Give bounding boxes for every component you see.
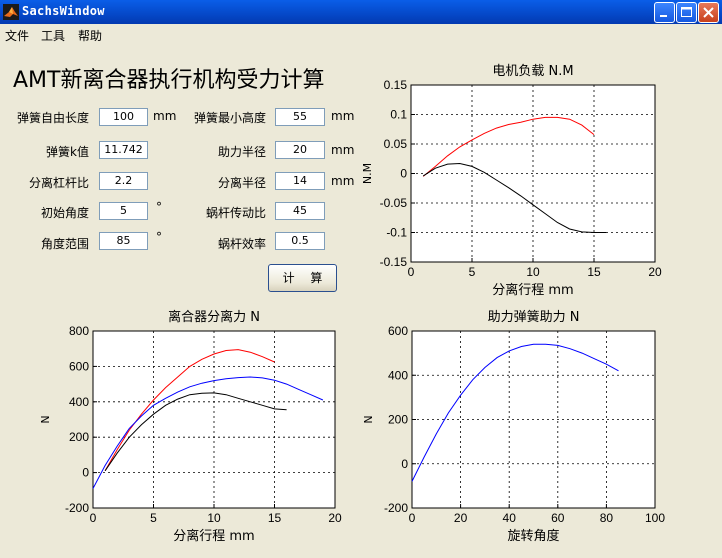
- y-tick-label: 800: [69, 324, 89, 338]
- x-tick-label: 15: [268, 511, 282, 525]
- x-axis-label: 旋转角度: [507, 528, 559, 544]
- y-tick-label: 200: [388, 413, 408, 427]
- x-tick-label: 20: [454, 511, 468, 525]
- y-tick-label: 0: [401, 457, 408, 471]
- chart-0: 0 5 10 15 20 0.15 0.1 0.05 0 -0.05 -0.1 -0.15 电机负载 N…: [361, 64, 662, 298]
- y-tick-label: 600: [69, 359, 89, 373]
- y-tick-label: 0.1: [390, 108, 407, 122]
- y-tick-label: 600: [388, 324, 408, 338]
- y-tick-label: 400: [69, 395, 89, 409]
- y-axis-label: N.M: [361, 163, 374, 184]
- y-axis-label: N: [362, 415, 375, 423]
- y-tick-label: 0: [400, 167, 407, 181]
- x-tick-label: 10: [207, 511, 221, 525]
- y-tick-label: 400: [388, 368, 408, 382]
- y-tick-label: 0.05: [384, 137, 408, 151]
- x-tick-label: 60: [551, 511, 565, 525]
- chart-title: 离合器分离力 N: [168, 309, 260, 325]
- y-tick-label: -0.1: [386, 226, 407, 240]
- x-axis-label: 分离行程 mm: [492, 282, 573, 298]
- x-tick-label: 100: [645, 511, 665, 525]
- x-tick-label: 0: [90, 511, 97, 525]
- chart-1: 0 5 10 15 208006004002000-200离合器分离力 N分离行程 mm…: [39, 309, 342, 544]
- chart-title: 电机负载 N.M: [492, 64, 573, 79]
- chart-2: 0 20 40 60 80 1006004002000-200助力弹簧助力 N旋转角度N: [362, 309, 665, 544]
- y-tick-label: 0.15: [384, 78, 408, 92]
- x-tick-label: 10: [526, 265, 540, 279]
- chart-title: 助力弹簧助力 N: [488, 309, 580, 325]
- x-tick-label: 20: [648, 265, 662, 279]
- y-tick-label: 0: [82, 466, 89, 480]
- y-tick-label: -0.15: [380, 255, 408, 269]
- x-tick-label: 0: [408, 265, 415, 279]
- y-tick-label: 200: [69, 430, 89, 444]
- y-tick-label: -200: [384, 501, 408, 515]
- x-tick-label: 20: [328, 511, 342, 525]
- plots-canvas: 0 5 10 15 20 0.15 0.1 0.05 0 -0.05 -0.1 -0.15 电机负载 N…: [39, 64, 665, 544]
- x-tick-label: 5: [150, 511, 157, 525]
- y-axis-label: N: [39, 415, 52, 423]
- x-tick-label: 0: [409, 511, 416, 525]
- y-tick-label: -200: [65, 501, 89, 515]
- y-tick-label: -0.05: [380, 196, 408, 210]
- x-tick-label: 40: [503, 511, 517, 525]
- x-axis-label: 分离行程 mm: [173, 528, 254, 544]
- x-tick-label: 5: [469, 265, 476, 279]
- x-tick-label: 80: [600, 511, 614, 525]
- x-tick-label: 15: [587, 265, 601, 279]
